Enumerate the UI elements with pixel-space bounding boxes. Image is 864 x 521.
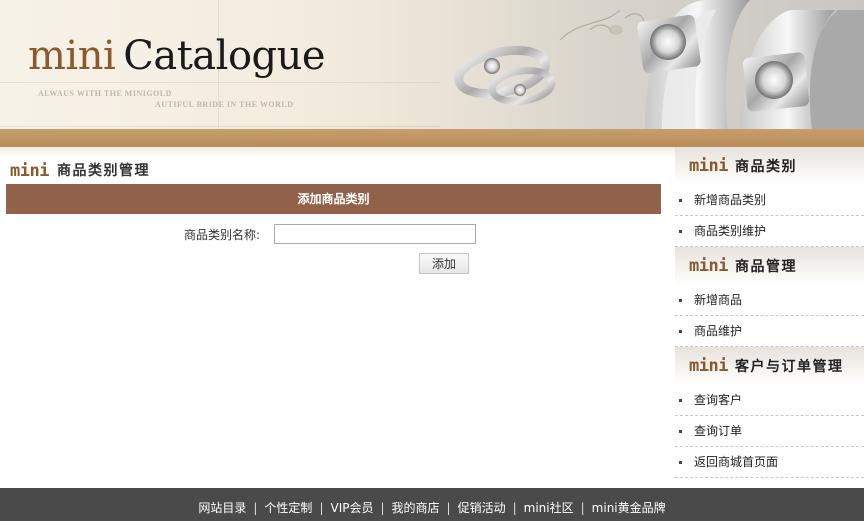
sidebar-section-title: 客户与订单管理 <box>734 359 844 375</box>
sidebar-list: 查询客户 查询订单 返回商城首页面 <box>675 385 864 478</box>
rings-banner-image <box>454 0 864 130</box>
mini-brand-mark: mini <box>689 156 728 176</box>
footer-separator: | <box>253 501 258 515</box>
footer-separator: | <box>580 501 585 515</box>
sidebar-item-product-maintenance[interactable]: 商品维护 <box>675 316 864 347</box>
header-banner: mini Catalogue ALWAUS WITH THE MINIGOLD A… <box>0 0 864 130</box>
footer-separator: | <box>319 501 324 515</box>
footer-separator: | <box>512 501 517 515</box>
sidebar-section-header: mini 客户与订单管理 <box>675 347 864 385</box>
sidebar-item-label: 查询客户 <box>694 393 743 407</box>
sidebar-list: 新增商品 商品维护 <box>675 285 864 347</box>
sidebar-section-customer-order: mini 客户与订单管理 查询客户 查询订单 返回商城首页面 <box>675 347 864 478</box>
sidebar-section-title: 商品类别 <box>734 159 797 175</box>
sidebar-item-label: 商品维护 <box>694 324 743 338</box>
header-brown-band <box>0 129 864 147</box>
sidebar-item-label: 新增商品 <box>694 293 743 307</box>
bullet-icon <box>679 461 682 464</box>
sidebar-list: 新增商品类别 商品类别维护 <box>675 185 864 247</box>
sidebar-item-add-category[interactable]: 新增商品类别 <box>675 185 864 216</box>
footer-nav: 网站目录 | 个性定制 | VIP会员 | 我的商店 | 促销活动 | mini社区 | mini黄金品… <box>0 488 864 521</box>
sidebar-section-title: 商品管理 <box>734 259 797 275</box>
footer-link-customization[interactable]: 个性定制 <box>264 501 312 515</box>
brand-logo: mini Catalogue <box>28 30 326 82</box>
footer-link-my-shop[interactable]: 我的商店 <box>392 501 440 515</box>
bullet-icon <box>679 399 682 402</box>
mini-brand-mark: mini <box>10 161 49 181</box>
mini-brand-mark: mini <box>689 256 728 276</box>
banner-slogan: AUTIFUL BRIDE IN THE WORLD <box>155 100 294 109</box>
banner-gridline <box>0 126 440 127</box>
brand-logo-catalogue: Catalogue <box>123 33 326 79</box>
bullet-icon <box>679 330 682 333</box>
sidebar-section-header: mini 商品类别 <box>675 147 864 185</box>
page-title-text: 商品类别管理 <box>56 163 150 179</box>
page-title: mini 商品类别管理 <box>10 157 150 181</box>
sidebar-item-query-customer[interactable]: 查询客户 <box>675 385 864 416</box>
sidebar-item-category-maintenance[interactable]: 商品类别维护 <box>675 216 864 247</box>
sidebar-item-add-product[interactable]: 新增商品 <box>675 285 864 316</box>
sidebar-item-back-home[interactable]: 返回商城首页面 <box>675 447 864 478</box>
footer-link-promotions[interactable]: 促销活动 <box>458 501 506 515</box>
category-name-label: 商品类别名称: <box>184 228 261 242</box>
bullet-icon <box>679 299 682 302</box>
footer-link-vip[interactable]: VIP会员 <box>330 501 373 515</box>
sidebar-item-label: 新增商品类别 <box>694 193 767 207</box>
footer-link-gold-brand[interactable]: mini黄金品牌 <box>592 501 666 515</box>
bullet-icon <box>679 430 682 433</box>
sidebar-item-query-order[interactable]: 查询订单 <box>675 416 864 447</box>
bullet-icon <box>679 199 682 202</box>
banner-slogan: ALWAUS WITH THE MINIGOLD <box>38 89 172 98</box>
mini-brand-mark: mini <box>689 356 728 376</box>
footer-separator: | <box>380 501 385 515</box>
sidebar-section-category: mini 商品类别 新增商品类别 商品类别维护 <box>675 147 864 247</box>
banner-gridline <box>0 82 440 83</box>
sidebar: mini 商品类别 新增商品类别 商品类别维护 mini 商品管理 新增商品 商… <box>675 147 864 487</box>
footer-link-site-directory[interactable]: 网站目录 <box>198 501 246 515</box>
footer-separator: | <box>446 501 451 515</box>
footer-link-community[interactable]: mini社区 <box>524 501 574 515</box>
sidebar-section-header: mini 商品管理 <box>675 247 864 285</box>
add-button[interactable]: 添加 <box>419 253 469 274</box>
sidebar-item-label: 返回商城首页面 <box>694 455 779 469</box>
category-name-input[interactable] <box>274 224 476 244</box>
sidebar-section-product: mini 商品管理 新增商品 商品维护 <box>675 247 864 347</box>
form-title-bar: 添加商品类别 <box>6 184 661 214</box>
sidebar-item-label: 商品类别维护 <box>694 224 767 238</box>
sidebar-item-label: 查询订单 <box>694 424 743 438</box>
bullet-icon <box>679 230 682 233</box>
brand-logo-mini: mini <box>28 33 116 79</box>
